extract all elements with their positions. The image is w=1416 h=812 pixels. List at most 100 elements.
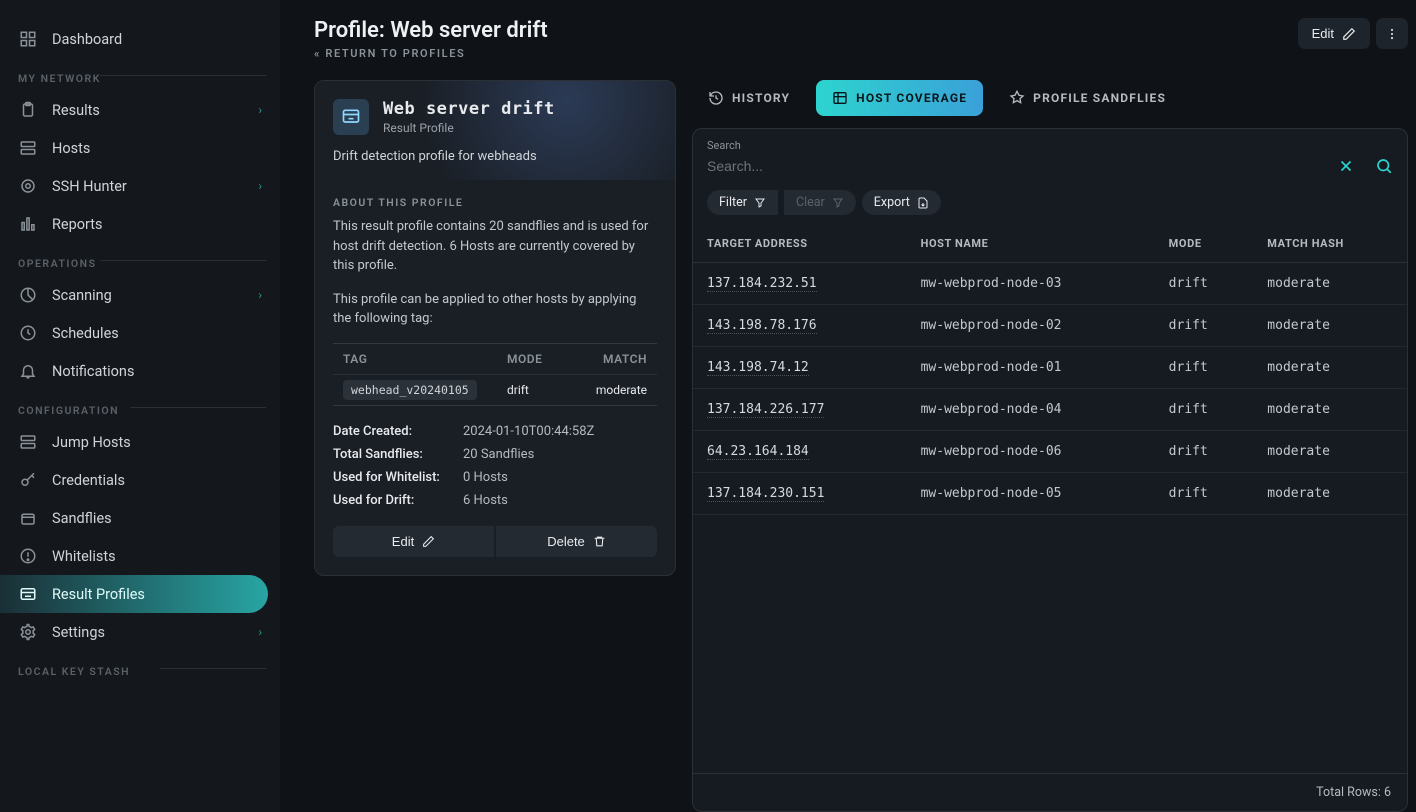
close-icon[interactable] (1337, 157, 1355, 175)
sandfly-icon (1009, 90, 1025, 106)
about-heading: ABOUT THIS PROFILE (333, 196, 657, 209)
meta-row: Total Sandflies:20 Sandflies (333, 447, 657, 462)
section-label: LOCAL KEY STASH (0, 651, 280, 684)
edit-button-label: Edit (1312, 26, 1334, 41)
sidebar-item-settings[interactable]: Settings › (0, 613, 280, 651)
tab-label: HOST COVERAGE (856, 91, 967, 105)
coverage-table: TARGET ADDRESSHOST NAMEMODEMATCH HASH 13… (693, 225, 1407, 515)
cell-hostname: mw-webprod-node-04 (907, 389, 1155, 431)
chevron-right-icon: › (258, 179, 262, 193)
cell-hostname: mw-webprod-node-06 (907, 431, 1155, 473)
sidebar-item-label: Settings (52, 624, 105, 641)
topbar: Profile: Web server drift RETURN TO PROF… (314, 18, 1408, 60)
sidebar-item-whitelists[interactable]: Whitelists (0, 537, 280, 575)
sidebar-item-label: Schedules (52, 325, 119, 342)
section-label: OPERATIONS (0, 243, 280, 276)
profile-subtitle: Result Profile (383, 121, 555, 135)
cell-address[interactable]: 137.184.230.151 (693, 473, 907, 515)
tag-table: TAG MODE MATCH webhead_v20240105 drift m… (333, 343, 657, 406)
col-header[interactable]: HOST NAME (907, 225, 1155, 263)
more-menu-button[interactable] (1376, 18, 1408, 49)
tab-profile-sandflies[interactable]: PROFILE SANDFLIES (993, 80, 1182, 116)
search-label: Search (707, 139, 1393, 152)
section-label: MY NETWORK (0, 58, 280, 91)
sidebar-item-hosts[interactable]: Hosts (0, 129, 280, 167)
sidebar-item-credentials[interactable]: Credentials (0, 461, 280, 499)
table-row[interactable]: 143.198.74.12mw-webprod-node-01driftmode… (693, 347, 1407, 389)
tab-label: HISTORY (732, 91, 790, 105)
sidebar-item-notifications[interactable]: Notifications (0, 352, 280, 390)
col-header: MATCH (567, 352, 647, 366)
tab-host-coverage[interactable]: HOST COVERAGE (816, 80, 983, 116)
col-header[interactable]: TARGET ADDRESS (693, 225, 907, 263)
pencil-icon (1342, 27, 1356, 41)
profile-card: Web server drift Result Profile Drift de… (314, 80, 676, 576)
sidebar: DashboardMY NETWORKResults›HostsSSH Hunt… (0, 0, 280, 812)
table-footer: Total Rows: 6 (693, 773, 1407, 811)
profile-edit-button[interactable]: Edit (333, 526, 494, 557)
export-button[interactable]: Export (862, 190, 941, 215)
key-icon (18, 470, 38, 490)
sidebar-item-label: Credentials (52, 472, 125, 489)
cell-address[interactable]: 143.198.78.176 (693, 305, 907, 347)
profile-icon (18, 584, 38, 604)
sidebar-item-label: Reports (52, 216, 103, 233)
sidebar-item-results[interactable]: Results› (0, 91, 280, 129)
cell-address[interactable]: 64.23.164.184 (693, 431, 907, 473)
sidebar-item-ssh-hunter[interactable]: SSH Hunter› (0, 167, 280, 205)
sidebar-item-sandflies[interactable]: Sandflies (0, 499, 280, 537)
sidebar-item-label: Results (52, 102, 100, 119)
sidebar-item-result-profiles[interactable]: Result Profiles (0, 575, 268, 613)
match-value: moderate (567, 383, 647, 397)
sidebar-item-reports[interactable]: Reports (0, 205, 280, 243)
edit-button[interactable]: Edit (1298, 18, 1370, 49)
clock-icon (18, 323, 38, 343)
meta-row: Used for Drift:6 Hosts (333, 493, 657, 508)
cell-hostname: mw-webprod-node-05 (907, 473, 1155, 515)
mode-value: drift (507, 383, 567, 397)
button-label: Clear (796, 195, 825, 210)
filter-icon (754, 197, 766, 209)
table-row[interactable]: 137.184.230.151mw-webprod-node-05driftmo… (693, 473, 1407, 515)
cell-address[interactable]: 137.184.226.177 (693, 389, 907, 431)
meta-value: 2024-01-10T00:44:58Z (463, 424, 594, 439)
table-row[interactable]: 143.198.78.176mw-webprod-node-02driftmod… (693, 305, 1407, 347)
clear-button[interactable]: Clear (784, 190, 856, 215)
cell-match: moderate (1253, 431, 1407, 473)
table-row[interactable]: 64.23.164.184mw-webprod-node-06driftmode… (693, 431, 1407, 473)
table-row[interactable]: 137.184.226.177mw-webprod-node-04driftmo… (693, 389, 1407, 431)
table-row[interactable]: 137.184.232.51mw-webprod-node-03driftmod… (693, 263, 1407, 305)
cell-match: moderate (1253, 305, 1407, 347)
tag-chip[interactable]: webhead_v20240105 (343, 380, 477, 400)
sidebar-item-label: Notifications (52, 363, 134, 380)
col-header[interactable]: MODE (1155, 225, 1254, 263)
profile-delete-button[interactable]: Delete (496, 526, 657, 557)
sidebar-item-dashboard[interactable]: Dashboard (0, 20, 280, 58)
filter-button[interactable]: Filter (707, 190, 778, 215)
tab-history[interactable]: HISTORY (692, 80, 806, 116)
cell-address[interactable]: 137.184.232.51 (693, 263, 907, 305)
meta-key: Used for Whitelist: (333, 470, 463, 485)
sidebar-item-scanning[interactable]: Scanning› (0, 276, 280, 314)
sidebar-item-label: Result Profiles (52, 586, 145, 603)
search-input[interactable] (707, 154, 1327, 178)
profile-icon (333, 99, 369, 135)
col-header[interactable]: MATCH HASH (1253, 225, 1407, 263)
meta-key: Total Sandflies: (333, 447, 463, 462)
search-icon[interactable] (1375, 157, 1393, 175)
profile-name: Web server drift (383, 99, 555, 119)
cell-address[interactable]: 143.198.74.12 (693, 347, 907, 389)
sidebar-item-label: Jump Hosts (52, 434, 131, 451)
cell-mode: drift (1155, 431, 1254, 473)
tabs: HISTORY HOST COVERAGE PROFILE SANDFLIES (692, 80, 1408, 128)
chevron-right-icon: › (258, 625, 262, 639)
server-icon (18, 138, 38, 158)
button-label: Edit (392, 534, 414, 549)
sidebar-item-schedules[interactable]: Schedules (0, 314, 280, 352)
back-link[interactable]: RETURN TO PROFILES (314, 47, 548, 60)
meta-row: Used for Whitelist:0 Hosts (333, 470, 657, 485)
server-icon (18, 432, 38, 452)
sidebar-item-jump-hosts[interactable]: Jump Hosts (0, 423, 280, 461)
cell-mode: drift (1155, 347, 1254, 389)
profile-description: Drift detection profile for webheads (333, 149, 657, 164)
